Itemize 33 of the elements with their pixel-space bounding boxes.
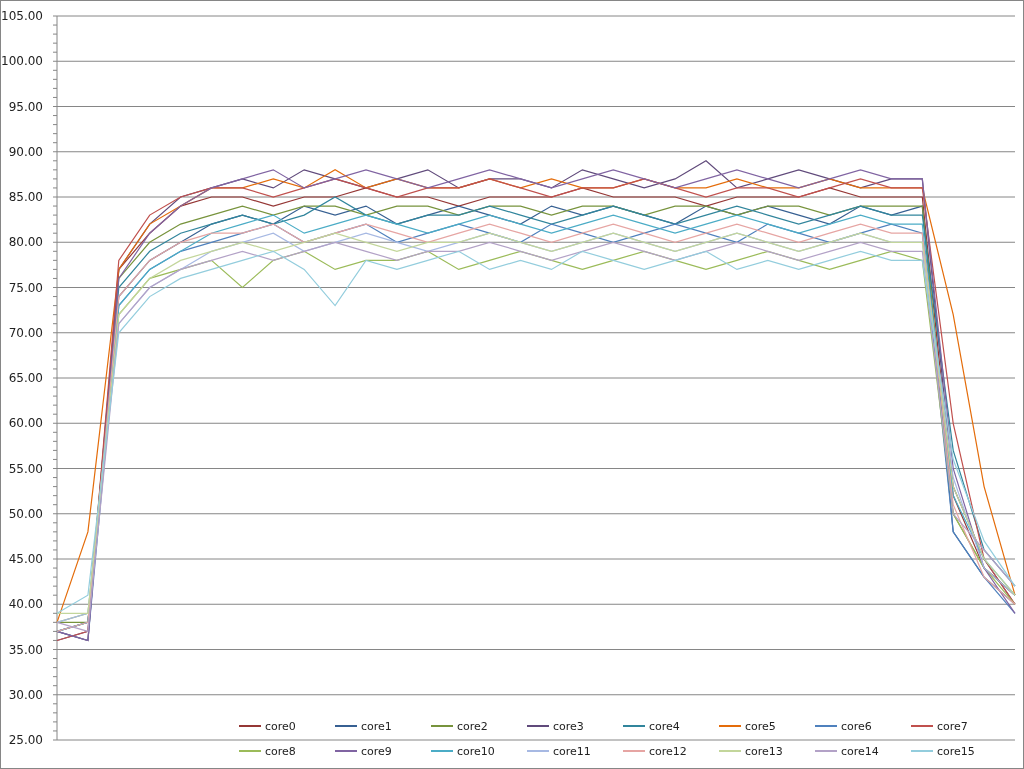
y-tick-label: 30.00: [8, 687, 43, 702]
legend-label: core1: [361, 720, 392, 733]
legend-label: core9: [361, 745, 392, 758]
y-tick-label: 25.00: [8, 733, 43, 747]
y-tick-label: 100.00: [1, 54, 43, 69]
y-tick-label: 90.00: [8, 144, 43, 159]
y-tick-label: 65.00: [8, 371, 43, 385]
y-tick-label: 60.00: [8, 416, 43, 431]
legend-label: core8: [265, 745, 296, 758]
legend-label: core0: [265, 720, 296, 733]
y-tick-label: 55.00: [8, 461, 43, 476]
y-tick-label: 105.00: [1, 9, 43, 23]
y-tick-label: 45.00: [8, 552, 43, 566]
legend-label: core5: [745, 720, 776, 733]
y-tick-label: 75.00: [8, 280, 43, 295]
y-tick-label: 95.00: [8, 99, 43, 114]
legend-label: core3: [553, 720, 584, 733]
legend-label: core15: [937, 745, 975, 758]
legend-label: core2: [457, 720, 488, 733]
legend-label: core11: [553, 745, 591, 758]
legend-label: core14: [841, 745, 879, 758]
y-tick-label: 50.00: [8, 506, 43, 521]
y-tick-label: 85.00: [8, 190, 43, 204]
legend-label: core12: [649, 745, 687, 758]
legend-label: core10: [457, 745, 495, 758]
legend-label: core4: [649, 720, 680, 733]
legend-label: core7: [937, 720, 968, 733]
y-tick-label: 70.00: [8, 325, 43, 340]
legend-label: core13: [745, 745, 783, 758]
y-tick-label: 80.00: [8, 235, 43, 250]
legend-label: core6: [841, 720, 872, 733]
y-tick-label: 35.00: [8, 642, 43, 657]
y-tick-label: 40.00: [8, 597, 43, 612]
